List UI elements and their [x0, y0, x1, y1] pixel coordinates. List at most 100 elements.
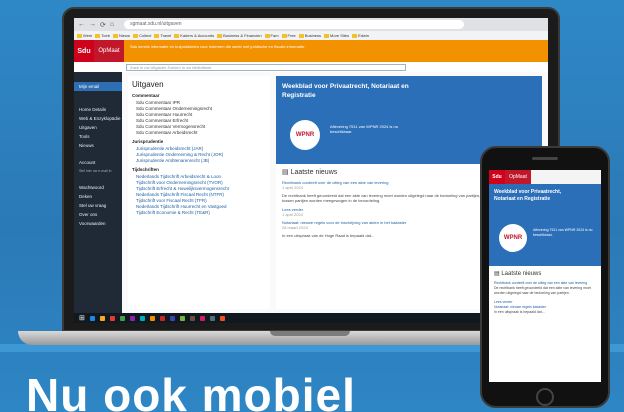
sidebar: Mijn email Home Details Web & Enzyklopädi…	[74, 72, 122, 313]
product-name[interactable]: OpMaat	[94, 40, 124, 62]
sidebar-footer-item[interactable]: Stel uw vraag	[74, 201, 122, 210]
featured-text: Aflevering 7511 van WPNR 2024 is nu besc…	[330, 124, 398, 134]
publication-link[interactable]: Sdu Commentaar Huurrecht	[136, 112, 266, 117]
phone-news-text: De rechtbank heeft geoordeeld dat een ak…	[494, 286, 591, 295]
publication-link[interactable]: Jurisprudentie Ambtenarenrecht (JB)	[136, 158, 266, 163]
app-header: Sdu OpMaat Sdu kennis informatie en hulp…	[74, 40, 548, 62]
section-title: Jurisprudentie	[132, 139, 164, 144]
publication-link[interactable]: Jurisprudentie Arbeidsrecht (JAR)	[136, 146, 266, 151]
folder-icon	[174, 33, 180, 38]
home-button[interactable]	[536, 388, 554, 406]
uitgaven-panel: Uitgaven Commentaar Sdu Commentaar IPR Sdu…	[128, 76, 270, 309]
publication-link[interactable]: Tijdschrift voor Ondernemingsrecht (TVOR…	[136, 180, 266, 185]
phone: Sdu OpMaat Weekblad voor Privaatrecht, N…	[480, 146, 610, 408]
sdu-logo[interactable]: Sdu	[74, 40, 94, 62]
taskbar-app-icon[interactable]	[99, 315, 105, 321]
section-title: Tijdschriften	[132, 167, 159, 172]
taskbar-app-icon[interactable]	[119, 315, 125, 321]
wpnr-logo: WPNR	[290, 120, 320, 150]
taskbar-app-icon[interactable]	[219, 315, 225, 321]
bookmark-item[interactable]: Free	[281, 33, 296, 38]
publication-link[interactable]: Tijdschrift Economie & Recht (TE&R)	[136, 210, 266, 215]
bookmark-label: Toeb	[101, 33, 110, 38]
search-input[interactable]: Zoek in uw Uitgaven Zoeken in uw bibliot…	[126, 63, 406, 71]
forward-icon[interactable]: →	[89, 21, 96, 28]
taskbar-app-icon[interactable]	[169, 315, 175, 321]
taskbar-app-icon[interactable]	[139, 315, 145, 321]
bookmark-label: Business	[304, 33, 322, 38]
publication-link[interactable]: Nederlands Tijdschrift Arbeidsrecht & Lo…	[136, 174, 266, 179]
sidebar-footer-item[interactable]: Voorwaarden	[74, 219, 122, 228]
sidebar-footer-item[interactable]: Over ons	[74, 210, 122, 219]
folder-icon	[112, 33, 118, 38]
taskbar-app-icon[interactable]	[129, 315, 135, 321]
address-bar[interactable]: sgmaat.sdu.nl/uitgaven	[124, 20, 465, 29]
bookmark-item[interactable]: Kaders & Accounts	[174, 33, 214, 38]
info-banner: Sdu kennis informatie en hulpmiddelen vo…	[124, 40, 548, 62]
taskbar-app-icon[interactable]	[149, 315, 155, 321]
publication-link[interactable]: Sdu Commentaar IPR	[136, 100, 266, 105]
bookmark-item[interactable]: More Sites	[324, 33, 349, 38]
taskbar-app-icon[interactable]	[209, 315, 215, 321]
bookmark-item[interactable]: Werk	[77, 33, 92, 38]
bookmark-item[interactable]: Travel	[154, 33, 171, 38]
sidebar-footer-item[interactable]: Deken	[74, 192, 122, 201]
sidebar-item[interactable]: Uitgaven	[74, 123, 122, 132]
account-title[interactable]: Account	[74, 158, 122, 167]
taskbar-app-icon[interactable]	[159, 315, 165, 321]
sidebar-item[interactable]: Web & Enzyklopädie	[74, 114, 122, 123]
bookmark-label: Free	[287, 33, 296, 38]
bookmark-item[interactable]: Business	[298, 33, 322, 38]
taskbar-app-icon[interactable]	[109, 315, 115, 321]
phone-featured-title: Weekblad voor Privaatrecht, Notariaat en…	[494, 189, 562, 202]
publication-link[interactable]: Jurisprudentie Onderneming & Recht (JOR)	[136, 152, 266, 157]
taskbar-app-icon[interactable]	[189, 315, 195, 321]
phone-news-text: In een uitspraak is bepaald dat...	[494, 310, 545, 314]
bookmark-item[interactable]: Fam	[264, 33, 279, 38]
phone-featured-publication[interactable]: Weekblad voor Privaatrecht, Notariaat en…	[489, 184, 601, 266]
bookmark-label: Travel	[160, 33, 172, 38]
bookmark-label: Edwin	[358, 33, 370, 38]
bookmark-item[interactable]: Toeb	[95, 33, 110, 38]
publication-link[interactable]: Sdu Commentaar Arbeidsrecht	[136, 130, 266, 135]
home-icon[interactable]: ⌂	[110, 21, 114, 28]
phone-product-name[interactable]: OpMaat	[505, 170, 531, 184]
back-icon[interactable]: ←	[78, 21, 85, 28]
section-title: Commentaar	[132, 93, 160, 98]
bookmark-label: Fam	[270, 33, 279, 38]
sidebar-item-mijn-email[interactable]: Mijn email	[74, 82, 122, 91]
publication-link[interactable]: Nederlands Tijdschrift Fiscaal Recht (NT…	[136, 192, 266, 197]
sidebar-item[interactable]: Home Details	[74, 105, 122, 114]
bookmark-item[interactable]: Edwin	[352, 33, 369, 38]
publication-link[interactable]: Sdu Commentaar Ondernemingsrecht	[136, 106, 266, 111]
uitgaven-title: Uitgaven	[132, 80, 164, 89]
folder-icon	[154, 33, 160, 38]
sidebar-item[interactable]: Nieuws	[74, 141, 122, 150]
bookmark-item[interactable]: Business & Financien	[217, 33, 262, 38]
folder-icon	[217, 33, 223, 38]
taskbar-app-icon[interactable]	[179, 315, 185, 321]
bookmark-item[interactable]: Nieuw	[112, 33, 130, 38]
phone-featured-text: Aflevering 7511 van WPNR 2024 is nu besc…	[533, 228, 593, 237]
publication-link[interactable]: Tijdschrift voor Fiscaal Recht (TFR)	[136, 198, 266, 203]
publication-link[interactable]: Sdu Commentaar Erfrecht	[136, 118, 266, 123]
bookmark-item[interactable]: Collect	[133, 33, 151, 38]
search-row: Zoek in uw Uitgaven Zoeken in uw bibliot…	[74, 62, 548, 72]
publication-link[interactable]: Tijdschrift Erfrecht & Huwelijksvermogen…	[136, 186, 266, 191]
browser-toolbar: ← → ⟳ ⌂ sgmaat.sdu.nl/uitgaven	[74, 18, 548, 31]
sidebar-item[interactable]: Tools	[74, 132, 122, 141]
folder-icon	[298, 33, 304, 38]
publication-link[interactable]: Nederlands Tijdschrift Huurrecht en Vast…	[136, 204, 266, 209]
windows-start-icon[interactable]: ⊞	[79, 314, 85, 322]
publication-link[interactable]: Sdu Commentaar Vermogensrecht	[136, 124, 266, 129]
folder-icon	[281, 33, 287, 38]
taskbar-app-icon[interactable]	[89, 315, 95, 321]
bookmark-label: Kaders & Accounts	[180, 33, 215, 38]
reload-icon[interactable]: ⟳	[100, 21, 106, 29]
phone-speaker	[532, 157, 558, 160]
phone-header: Sdu OpMaat	[489, 170, 601, 184]
sidebar-footer-item[interactable]: Wachtwoord	[74, 183, 122, 192]
folder-icon	[324, 33, 330, 38]
phone-sdu-logo[interactable]: Sdu	[489, 170, 505, 184]
taskbar-app-icon[interactable]	[199, 315, 205, 321]
